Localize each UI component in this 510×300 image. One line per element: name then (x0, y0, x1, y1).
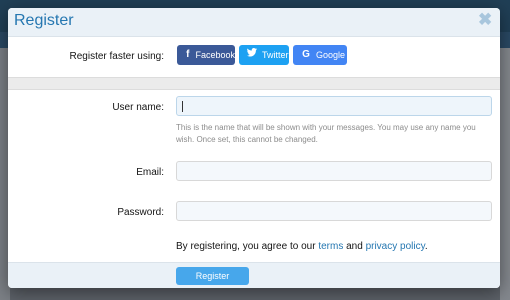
close-icon[interactable]: ✖ (478, 11, 492, 28)
register-button[interactable]: Register (176, 267, 249, 285)
dialog-title: Register (14, 12, 74, 29)
twitter-icon (245, 45, 259, 65)
agreement-and: and (346, 241, 363, 252)
agreement-prefix: By registering, you agree to our (176, 241, 316, 252)
social-login-label: Register faster using: (69, 51, 165, 62)
social-login-row: Register faster using: f Facebook Twitte… (8, 37, 500, 77)
twitter-button[interactable]: Twitter (239, 45, 289, 65)
google-button-label: Google (316, 50, 346, 60)
google-icon: G (302, 49, 310, 60)
agreement-suffix: . (424, 241, 428, 252)
username-label: User name: (112, 102, 164, 113)
register-dialog: Register ✖ Register faster using: f Face… (8, 8, 500, 288)
text-caret (182, 101, 183, 112)
terms-agreement: By registering, you agree to our terms a… (176, 241, 428, 252)
username-input[interactable] (176, 96, 492, 116)
facebook-button[interactable]: f Facebook (177, 45, 235, 65)
email-label: Email: (136, 167, 164, 178)
facebook-button-label: Facebook (195, 50, 235, 60)
google-button[interactable]: G Google (293, 45, 347, 65)
twitter-button-label: Twitter (262, 50, 289, 60)
section-divider (8, 77, 500, 90)
username-hint: This is the name that will be shown with… (176, 123, 476, 144)
email-field[interactable] (176, 161, 492, 181)
privacy-policy-link[interactable]: privacy policy (366, 241, 425, 252)
password-field[interactable] (176, 201, 492, 221)
facebook-icon: f (186, 49, 190, 60)
terms-link[interactable]: terms (318, 241, 343, 252)
password-label: Password: (117, 207, 164, 218)
dialog-header: Register ✖ (8, 8, 500, 37)
dialog-footer: Register (8, 262, 500, 288)
